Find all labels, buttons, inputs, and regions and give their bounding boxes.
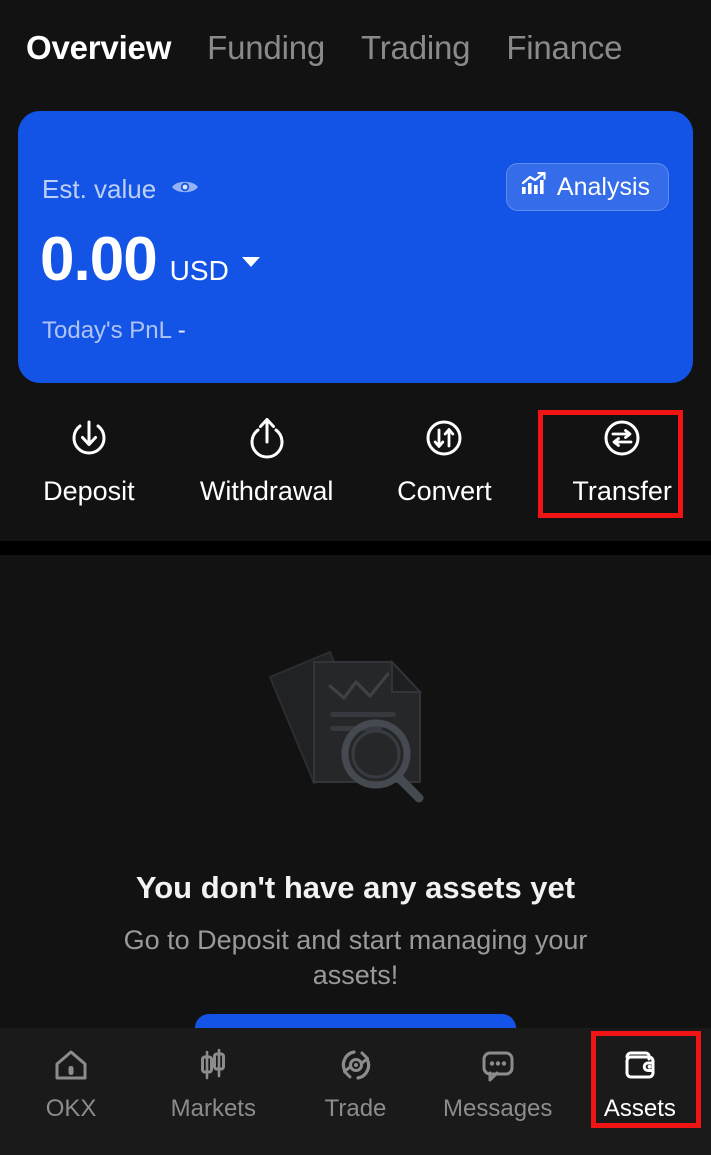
balance-amount: 0.00: [40, 225, 158, 294]
balance-amount-row[interactable]: 0.00 USD: [40, 229, 260, 291]
quick-action-withdrawal-label: Withdrawal: [199, 476, 334, 506]
candlestick-icon: [193, 1044, 233, 1086]
quick-action-convert-label: Convert: [397, 476, 492, 506]
quick-action-convert[interactable]: Convert: [356, 398, 534, 538]
quick-action-deposit-label: Deposit: [43, 476, 135, 506]
tab-trading[interactable]: Trading: [361, 29, 470, 67]
trade-refresh-icon: [336, 1044, 376, 1086]
nav-item-trade[interactable]: Trade: [284, 1044, 426, 1123]
nav-item-okx[interactable]: OKX: [0, 1044, 142, 1123]
nav-item-markets[interactable]: Markets: [142, 1044, 284, 1123]
empty-state-subtitle: Go to Deposit and start managing your as…: [123, 925, 588, 990]
nav-item-assets-label: Assets: [603, 1095, 676, 1122]
todays-pnl-label: Today's PnL: [42, 317, 172, 344]
analysis-button-label: Analysis: [556, 172, 650, 201]
bottom-nav: OKX Markets Trade Messages Assets: [0, 1028, 711, 1155]
tab-funding[interactable]: Funding: [207, 29, 325, 67]
chat-bubble-icon: [478, 1044, 518, 1086]
tab-overview[interactable]: Overview: [26, 29, 171, 67]
quick-action-withdrawal[interactable]: Withdrawal: [178, 398, 356, 538]
quick-action-transfer-label: Transfer: [572, 476, 672, 506]
transfer-arrows-icon: [600, 416, 644, 460]
withdrawal-arrow-up-icon: [245, 416, 289, 460]
empty-state-title: You don't have any assets yet: [135, 870, 576, 905]
wallet-icon: [620, 1044, 660, 1086]
section-tabs: Overview Funding Trading Finance: [0, 0, 711, 95]
app-screen: Overview Funding Trading Finance Est. va…: [0, 0, 711, 1155]
home-icon: [51, 1044, 91, 1086]
chevron-down-icon[interactable]: [241, 257, 260, 267]
section-divider: [0, 541, 711, 555]
quick-action-transfer[interactable]: Transfer: [533, 398, 711, 538]
todays-pnl-row: Today's PnL -: [42, 317, 186, 345]
balance-card: Est. value Analysis 0.00 USD Today's PnL…: [18, 111, 693, 383]
tab-finance[interactable]: Finance: [506, 29, 622, 67]
quick-action-deposit[interactable]: Deposit: [0, 398, 178, 538]
eye-icon[interactable]: [170, 177, 200, 202]
nav-item-assets[interactable]: Assets: [569, 1044, 711, 1123]
balance-currency: USD: [169, 255, 229, 286]
nav-item-messages[interactable]: Messages: [427, 1044, 569, 1123]
analysis-button[interactable]: Analysis: [505, 163, 669, 211]
deposit-arrow-down-icon: [67, 416, 111, 460]
convert-arrows-icon: [422, 416, 466, 460]
quick-actions-row: Deposit Withdrawal Convert Transfer: [0, 398, 711, 538]
est-value-label: Est. value: [42, 174, 157, 204]
nav-item-okx-label: OKX: [45, 1095, 97, 1122]
nav-item-trade-label: Trade: [324, 1095, 387, 1122]
documents-magnifier-icon: [256, 630, 456, 830]
est-value-row: Est. value: [42, 174, 200, 205]
nav-item-markets-label: Markets: [170, 1095, 256, 1122]
nav-item-messages-label: Messages: [443, 1095, 553, 1122]
todays-pnl-value: -: [177, 317, 186, 344]
chart-trend-icon: [521, 171, 548, 203]
